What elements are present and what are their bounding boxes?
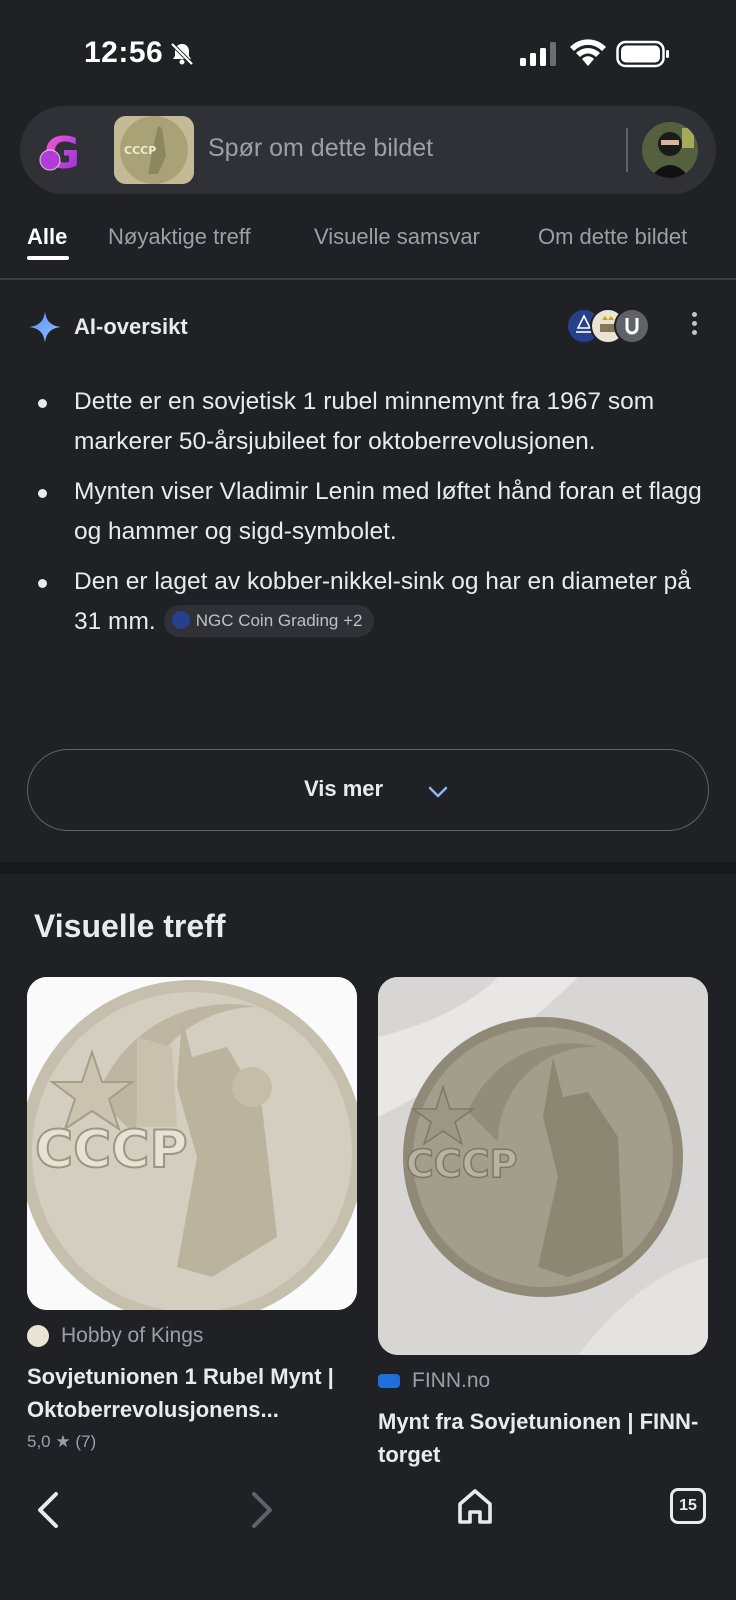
source-name: Hobby of Kings [61, 1324, 204, 1347]
search-divider [626, 128, 628, 172]
tab-visual-matches[interactable]: Visuelle samsvar [314, 224, 480, 250]
list-item: Den er laget av kobber-nikkel-sink og ha… [28, 562, 718, 642]
star-icon: ★ [55, 1432, 71, 1451]
query-image-thumbnail[interactable]: CCCP [114, 116, 194, 184]
match-image[interactable]: CCCP [27, 977, 357, 1310]
ai-overview-title: AI-oversikt [74, 314, 188, 339]
home-icon[interactable] [456, 1486, 494, 1526]
status-time: 12:56 [84, 36, 164, 69]
tab-all[interactable]: Alle [27, 224, 67, 250]
match-source: FINN.no [378, 1367, 708, 1395]
list-item: Dette er en sovjetisk 1 rubel minnemynt … [28, 382, 718, 462]
match-image[interactable]: CCCP [378, 977, 708, 1355]
finn-favicon [378, 1374, 400, 1388]
wifi-icon [570, 39, 606, 66]
search-bar[interactable]: G CCCP Spør om dette bildet [20, 106, 716, 194]
visual-matches-title: Visuelle treff [34, 908, 226, 944]
sparkle-icon [29, 311, 61, 343]
filter-tabs: Alle Nøyaktige treff Visuelle samsvar Om… [0, 210, 736, 280]
bullet-text: Mynten viser Vladimir Lenin med løftet h… [74, 478, 702, 545]
status-bar: 12:56 [0, 0, 736, 100]
chevron-down-icon [428, 786, 448, 798]
ai-overview-list: Dette er en sovjetisk 1 rubel minnemynt … [28, 382, 718, 652]
hobby-of-kings-favicon [27, 1325, 49, 1347]
match-title[interactable]: Sovjetunionen 1 Rubel Mynt | Oktoberrevo… [27, 1360, 357, 1426]
forward-arrow-icon[interactable] [240, 1488, 280, 1532]
coin-text: CCCP [35, 1120, 188, 1180]
section-divider [0, 862, 736, 874]
rating-count: (7) [75, 1432, 97, 1451]
coin-text: CCCP [124, 144, 156, 157]
ngc-icon [171, 611, 190, 630]
third-source-icon [614, 308, 650, 344]
source-icons[interactable] [566, 308, 676, 348]
coin-text: CCCP [406, 1142, 518, 1186]
source-name: FINN.no [412, 1369, 491, 1392]
show-more-label: Vis mer [304, 776, 384, 801]
citation-label: NGC Coin Grading +2 [195, 610, 363, 630]
rating-value: 5,0 [27, 1432, 51, 1451]
signal-icon [520, 42, 556, 66]
app-logo-icon[interactable]: G [36, 124, 90, 176]
search-input[interactable]: Spør om dette bildet [208, 134, 433, 163]
show-more-button[interactable]: Vis mer [27, 749, 709, 831]
citation-chip[interactable]: NGC Coin Grading +2 [163, 604, 375, 637]
tab-exact-matches[interactable]: Nøyaktige treff [108, 224, 251, 250]
match-source: Hobby of Kings [27, 1322, 357, 1350]
bell-muted-icon [170, 42, 194, 66]
list-item: Mynten viser Vladimir Lenin med løftet h… [28, 472, 718, 552]
match-rating: 5,0 ★ (7) [27, 1432, 357, 1452]
avatar[interactable] [642, 122, 698, 178]
ai-overview-header: AI-oversikt [28, 306, 718, 350]
battery-icon [616, 40, 669, 68]
visual-match-card[interactable]: CCCP FINN.no Mynt fra Sovjetunionen | FI… [378, 977, 708, 1471]
tab-switcher-button[interactable]: 15 [670, 1488, 706, 1524]
back-arrow-icon[interactable] [30, 1488, 70, 1532]
active-tab-indicator [27, 256, 69, 260]
bullet-text: Dette er en sovjetisk 1 rubel minnemynt … [74, 388, 655, 455]
visual-match-card[interactable]: CCCP Hobby of Kings Sovjetunionen 1 Rube… [27, 977, 357, 1452]
more-options-icon[interactable] [690, 312, 698, 342]
match-title[interactable]: Mynt fra Sovjetunionen | FINN-torget [378, 1405, 708, 1471]
tab-about-image[interactable]: Om dette bildet [538, 224, 687, 250]
bottom-navigation: 15 [0, 1470, 736, 1600]
